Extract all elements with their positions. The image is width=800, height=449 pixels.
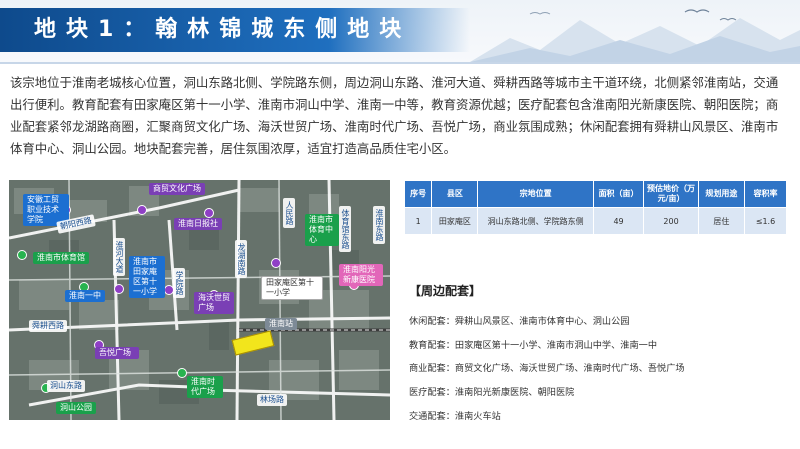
map-label-haiwo: 海沃世贸广场 (194, 292, 234, 314)
poi-dot (177, 368, 187, 378)
map-label-school: 田家庵区第十一小学 (261, 276, 323, 300)
map-label-road: 林场路 (257, 394, 287, 406)
map-label-road: 学院路 (173, 268, 185, 298)
map-label-road: 舜耕西路 (29, 320, 67, 332)
page-title: 地块1：翰林锦城东侧地块 (34, 17, 412, 42)
poi-dot (114, 284, 124, 294)
poi-dot (137, 205, 147, 215)
map-label-shangmao: 商贸文化广场 (149, 183, 205, 195)
map-label-road: 人民路 (283, 198, 295, 228)
map-label-park: 洞山公园 (56, 402, 96, 414)
amenities-title: 【周边配套】 (409, 284, 482, 298)
land-info-table: 序号 县区 宗地位置 面积（亩） 预估地价（万元/亩） 规划用途 容积率 1 田… (403, 180, 788, 235)
list-item: 医疗配套：淮南阳光新康医院、朝阳医院 (409, 387, 575, 399)
map-label-shidai: 淮南时代广场 (187, 376, 223, 398)
table-header-cell: 序号 (403, 180, 433, 208)
map-label-road: 体育馆东路 (339, 206, 351, 252)
map-label-road: 淮南东路 (373, 206, 385, 244)
map-label-gym: 淮南市体育馆 (33, 252, 89, 264)
map-label-news: 淮南日报社 (174, 218, 222, 230)
table-row: 1 田家庵区 洞山东路北侧、学院路东侧 49 200 居住 ≤1.6 (403, 207, 788, 235)
table-header-cell: 面积（亩） (592, 180, 645, 208)
page-header: 地块1：翰林锦城东侧地块 (0, 0, 800, 62)
table-header-cell: 容积率 (743, 180, 788, 208)
table-cell: 200 (643, 207, 699, 235)
table-header-cell: 预估地价（万元/亩） (643, 180, 699, 208)
map-label-hospital: 淮南阳光新康医院 (339, 264, 383, 286)
table-cell: 49 (592, 207, 645, 235)
intro-paragraph: 该宗地位于淮南老城核心位置，洞山东路北侧、学院路东侧，周边洞山东路、淮河大道、舜… (10, 75, 779, 156)
map-label-road: 洞山东路 (47, 380, 85, 392)
list-item: 休闲配套：舜耕山风景区、淮南市体育中心、洞山公园 (409, 316, 630, 327)
table-header-cell: 县区 (431, 180, 479, 208)
map-label-school: 淮南一中 (65, 290, 105, 302)
map-label-sports-center: 淮南市体育中心 (305, 214, 339, 246)
amenities-list: 休闲配套：舜耕山风景区、淮南市体育中心、洞山公园 教育配套：田家庵区第十一小学、… (409, 316, 794, 434)
table-cell: 田家庵区 (431, 207, 479, 235)
table-cell: 1 (403, 207, 433, 235)
map-label-road: 淮河大道 (113, 238, 125, 276)
table-cell: 居住 (697, 207, 745, 235)
map-label-wuyue: 吾悦广场 (95, 347, 139, 359)
location-map: 安徽工贸职业技术学院 商贸文化广场 朝阳西路 淮南市体育馆 淮南一中 舜耕西路 … (9, 180, 390, 420)
map-label-school: 淮南市田家庵区第十一小学 (129, 256, 165, 298)
header-divider (0, 62, 800, 64)
map-label-station: 淮南站 (265, 318, 297, 330)
map-label-road: 龙湖南路 (235, 240, 247, 278)
list-item: 交通配套：淮南火车站 (409, 410, 501, 422)
mountain-decoration-icon (470, 9, 800, 62)
poi-dot (204, 208, 214, 218)
list-item: 教育配套：田家庵区第十一小学、淮南市洞山中学、淮南一中 (409, 339, 658, 351)
table-header-cell: 宗地位置 (477, 180, 594, 208)
table-header-cell: 规划用途 (697, 180, 745, 208)
poi-dot (271, 258, 281, 268)
poi-dot (17, 250, 27, 260)
table-cell: 洞山东路北侧、学院路东侧 (477, 207, 594, 235)
table-cell: ≤1.6 (743, 207, 788, 235)
list-item: 商业配套：商贸文化广场、海沃世贸广场、淮南时代广场、吾悦广场 (409, 363, 685, 375)
table-header-row: 序号 县区 宗地位置 面积（亩） 预估地价（万元/亩） 规划用途 容积率 (403, 180, 788, 208)
